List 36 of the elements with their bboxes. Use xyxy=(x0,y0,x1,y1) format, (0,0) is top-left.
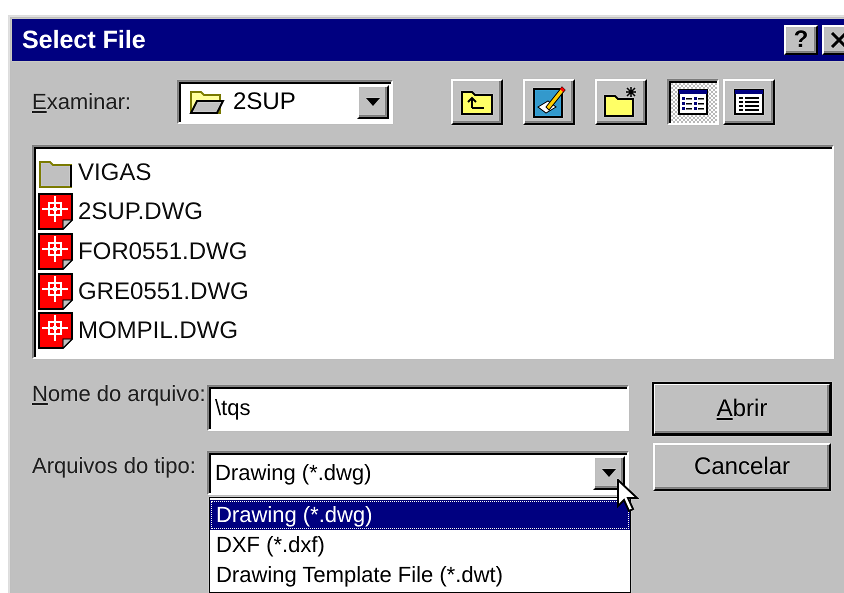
details-view-icon xyxy=(734,89,764,115)
drawing-file-icon xyxy=(38,193,74,232)
file-name[interactable]: MOMPIL.DWG xyxy=(78,317,238,346)
pencil-sheet-icon xyxy=(532,85,566,119)
drawing-file-icon xyxy=(38,272,74,311)
close-icon xyxy=(830,32,844,48)
list-view-button[interactable] xyxy=(667,79,719,125)
desktop-button[interactable] xyxy=(523,79,575,125)
file-type-option[interactable]: Drawing (*.dwg) xyxy=(210,500,630,530)
file-name[interactable]: FOR0551.DWG xyxy=(78,238,248,266)
open-button[interactable]: Abrir xyxy=(653,383,831,435)
file-name[interactable]: VIGAS xyxy=(78,158,152,187)
file-name[interactable]: GRE0551.DWG xyxy=(78,278,249,306)
caret-icon xyxy=(366,98,380,106)
new-folder-button[interactable] xyxy=(595,79,647,125)
folder-up-icon xyxy=(460,88,494,116)
up-folder-button[interactable] xyxy=(451,79,503,125)
look-in-value: 2SUP xyxy=(233,88,297,116)
look-in-dropdown[interactable]: 2SUP xyxy=(177,80,393,124)
look-in-label: Examinar: xyxy=(32,88,132,116)
details-view-button[interactable] xyxy=(723,79,775,125)
drawing-file-icon xyxy=(38,312,74,350)
dropdown-button[interactable] xyxy=(357,85,389,119)
caret-icon xyxy=(602,469,616,477)
file-name-label: Nome do arquivo: xyxy=(32,380,207,408)
window-title: Select File xyxy=(22,26,147,54)
cancel-button[interactable]: Cancelar xyxy=(653,443,831,491)
new-folder-icon xyxy=(603,86,639,118)
file-type-label: Arquivos do tipo: xyxy=(32,452,197,480)
file-name-field[interactable]: \tqs xyxy=(207,385,629,431)
file-type-value: Drawing (*.dwg) xyxy=(215,460,372,486)
file-name[interactable]: 2SUP.DWG xyxy=(78,198,203,226)
dropdown-button[interactable] xyxy=(593,456,625,490)
drawing-file-icon xyxy=(38,232,74,271)
help-button[interactable]: ? xyxy=(784,25,818,55)
list-view-icon xyxy=(678,89,708,115)
